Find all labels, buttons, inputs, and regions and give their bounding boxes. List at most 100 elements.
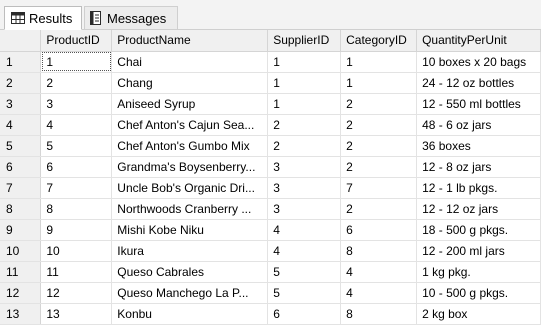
quantityperunit-cell[interactable]: 18 - 500 g pkgs. [416, 219, 541, 241]
row-number[interactable]: 13 [0, 303, 42, 325]
categoryid-cell[interactable]: 2 [340, 135, 418, 157]
categoryid-cell[interactable]: 2 [340, 93, 418, 115]
productname-cell[interactable]: Chang [111, 72, 269, 94]
categoryid-cell[interactable]: 7 [340, 177, 418, 199]
quantityperunit-cell[interactable]: 1 kg pkg. [416, 261, 541, 283]
supplierid-cell[interactable]: 5 [267, 282, 342, 304]
table-row[interactable]: 7 7 Uncle Bob's Organic Dri... 3 7 12 - 1 lb … [0, 177, 541, 199]
row-number[interactable]: 8 [0, 198, 42, 220]
productname-cell[interactable]: Northwoods Cranberry ... [111, 198, 269, 220]
quantityperunit-cell[interactable]: 12 - 12 oz jars [416, 198, 541, 220]
quantityperunit-cell[interactable]: 10 - 500 g pkgs. [416, 282, 541, 304]
productname-cell[interactable]: Chef Anton's Cajun Sea... [111, 114, 269, 136]
productid-cell[interactable]: 5 [40, 135, 113, 157]
productname-cell[interactable]: Chai [111, 51, 269, 73]
productid-cell[interactable]: 6 [40, 156, 113, 178]
row-number[interactable]: 11 [0, 261, 42, 283]
categoryid-cell[interactable]: 1 [340, 51, 418, 73]
categoryid-cell[interactable]: 2 [340, 156, 418, 178]
productid-cell[interactable]: 8 [40, 198, 113, 220]
categoryid-cell[interactable]: 2 [340, 114, 418, 136]
table-row[interactable]: 2 2 Chang 1 1 24 - 12 oz bottles [0, 72, 541, 94]
productid-cell[interactable]: 4 [40, 114, 113, 136]
quantityperunit-cell[interactable]: 12 - 550 ml bottles [416, 93, 541, 115]
row-number[interactable]: 6 [0, 156, 42, 178]
table-row[interactable]: 3 3 Aniseed Syrup 1 2 12 - 550 ml bottles [0, 93, 541, 115]
table-row[interactable]: 8 8 Northwoods Cranberry ... 3 2 12 - 12 oz j… [0, 198, 541, 220]
table-row[interactable]: 11 11 Queso Cabrales 5 4 1 kg pkg. [0, 261, 541, 283]
quantityperunit-cell[interactable]: 12 - 1 lb pkgs. [416, 177, 541, 199]
productname-cell[interactable]: Grandma's Boysenberry... [111, 156, 269, 178]
column-header-quantityperunit[interactable]: QuantityPerUnit [416, 30, 541, 52]
quantityperunit-cell[interactable]: 10 boxes x 20 bags [416, 51, 541, 73]
table-row[interactable]: 10 10 Ikura 4 8 12 - 200 ml jars [0, 240, 541, 262]
productname-cell[interactable]: Uncle Bob's Organic Dri... [111, 177, 269, 199]
table-row[interactable]: 5 5 Chef Anton's Gumbo Mix 2 2 36 boxes [0, 135, 541, 157]
row-number[interactable]: 10 [0, 240, 42, 262]
productid-cell[interactable]: 9 [40, 219, 113, 241]
productname-cell[interactable]: Chef Anton's Gumbo Mix [111, 135, 269, 157]
table-row[interactable]: 6 6 Grandma's Boysenberry... 3 2 12 - 8 oz ja… [0, 156, 541, 178]
productid-cell[interactable]: 2 [40, 72, 113, 94]
categoryid-cell[interactable]: 4 [340, 282, 418, 304]
quantityperunit-cell[interactable]: 48 - 6 oz jars [416, 114, 541, 136]
productname-cell[interactable]: Queso Manchego La P... [111, 282, 269, 304]
supplierid-cell[interactable]: 3 [267, 156, 342, 178]
productname-cell[interactable]: Ikura [111, 240, 269, 262]
table-row[interactable]: 1 1 Chai 1 1 10 boxes x 20 bags [0, 51, 541, 73]
productname-cell[interactable]: Mishi Kobe Niku [111, 219, 269, 241]
supplierid-cell[interactable]: 6 [267, 303, 342, 325]
row-number[interactable]: 1 [0, 51, 42, 73]
productid-cell[interactable]: 7 [40, 177, 113, 199]
quantityperunit-cell[interactable]: 2 kg box [416, 303, 541, 325]
categoryid-cell[interactable]: 8 [340, 303, 418, 325]
productid-cell[interactable]: 11 [40, 261, 113, 283]
supplierid-cell[interactable]: 1 [267, 72, 342, 94]
productid-cell[interactable]: 3 [40, 93, 113, 115]
grid-corner-header[interactable] [0, 30, 42, 52]
tab-messages[interactable]: Messages [84, 6, 178, 29]
table-row[interactable]: 12 12 Queso Manchego La P... 5 4 10 - 500 g p… [0, 282, 541, 304]
supplierid-cell[interactable]: 1 [267, 51, 342, 73]
row-number[interactable]: 3 [0, 93, 42, 115]
column-header-categoryid[interactable]: CategoryID [340, 30, 418, 52]
supplierid-cell[interactable]: 5 [267, 261, 342, 283]
productname-cell[interactable]: Aniseed Syrup [111, 93, 269, 115]
quantityperunit-cell[interactable]: 12 - 8 oz jars [416, 156, 541, 178]
productname-cell[interactable]: Queso Cabrales [111, 261, 269, 283]
quantityperunit-cell[interactable]: 24 - 12 oz bottles [416, 72, 541, 94]
productname-cell[interactable]: Konbu [111, 303, 269, 325]
categoryid-cell[interactable]: 1 [340, 72, 418, 94]
table-row[interactable]: 9 9 Mishi Kobe Niku 4 6 18 - 500 g pkgs. [0, 219, 541, 241]
supplierid-cell[interactable]: 3 [267, 198, 342, 220]
categoryid-cell[interactable]: 8 [340, 240, 418, 262]
column-header-productname[interactable]: ProductName [111, 30, 269, 52]
row-number[interactable]: 5 [0, 135, 42, 157]
productid-cell[interactable]: 10 [40, 240, 113, 262]
productid-cell[interactable]: 12 [40, 282, 113, 304]
categoryid-cell[interactable]: 2 [340, 198, 418, 220]
tab-results[interactable]: Results [4, 6, 82, 30]
table-row[interactable]: 13 13 Konbu 6 8 2 kg box [0, 303, 541, 325]
categoryid-cell[interactable]: 6 [340, 219, 418, 241]
supplierid-cell[interactable]: 2 [267, 135, 342, 157]
productid-cell[interactable]: 13 [40, 303, 113, 325]
table-row[interactable]: 4 4 Chef Anton's Cajun Sea... 2 2 48 - 6 oz j… [0, 114, 541, 136]
supplierid-cell[interactable]: 2 [267, 114, 342, 136]
row-number[interactable]: 12 [0, 282, 42, 304]
supplierid-cell[interactable]: 4 [267, 219, 342, 241]
supplierid-cell[interactable]: 1 [267, 93, 342, 115]
productid-cell[interactable]: 1 [40, 51, 113, 73]
row-number[interactable]: 4 [0, 114, 42, 136]
column-header-supplierid[interactable]: SupplierID [267, 30, 342, 52]
supplierid-cell[interactable]: 3 [267, 177, 342, 199]
row-number[interactable]: 2 [0, 72, 42, 94]
quantityperunit-cell[interactable]: 36 boxes [416, 135, 541, 157]
row-number[interactable]: 9 [0, 219, 42, 241]
categoryid-cell[interactable]: 4 [340, 261, 418, 283]
column-header-productid[interactable]: ProductID [40, 30, 113, 52]
supplierid-cell[interactable]: 4 [267, 240, 342, 262]
row-number[interactable]: 7 [0, 177, 42, 199]
quantityperunit-cell[interactable]: 12 - 200 ml jars [416, 240, 541, 262]
results-grid: ProductID ProductName SupplierID Categor… [0, 30, 541, 325]
